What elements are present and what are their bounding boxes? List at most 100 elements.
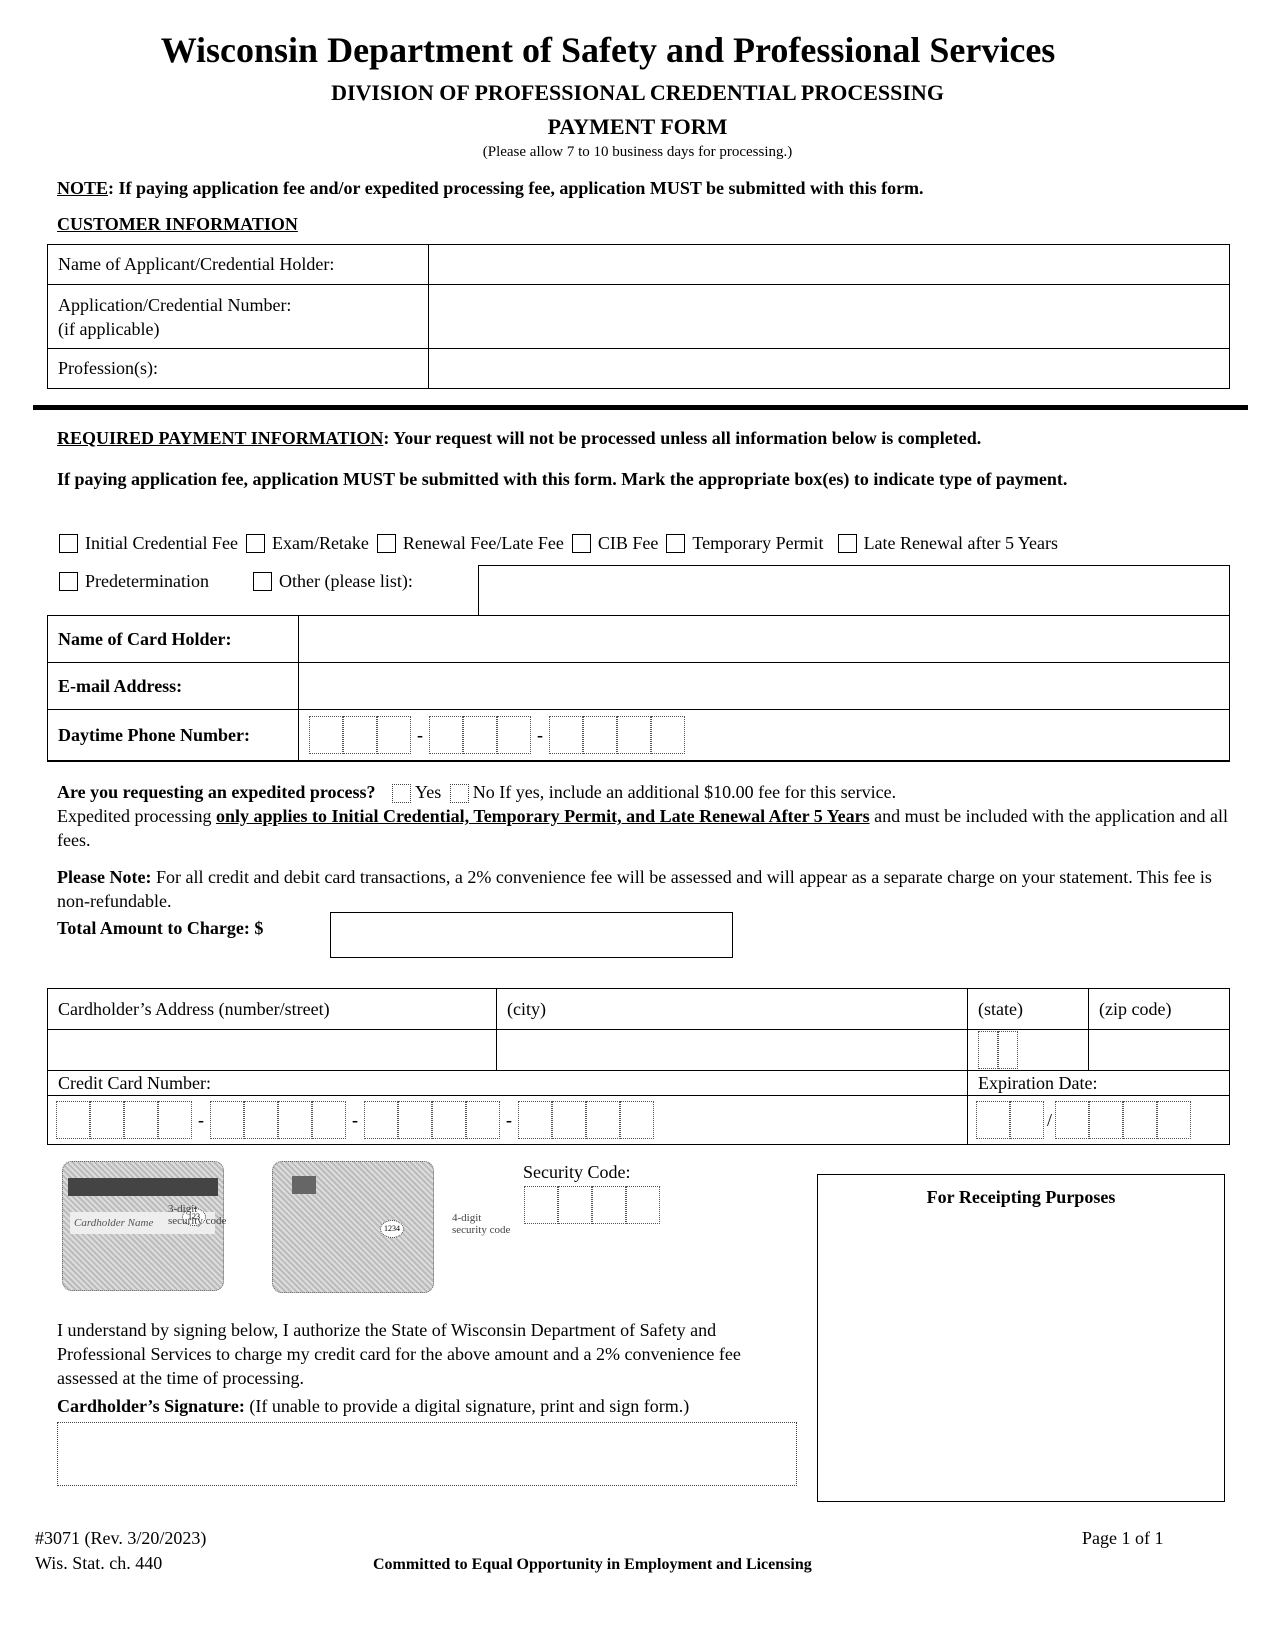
please-note-label: Please Note: <box>57 867 152 887</box>
phone-separator: - <box>417 724 423 745</box>
security-code-field[interactable] <box>524 1186 660 1224</box>
customer-info-heading: CUSTOMER INFORMATION <box>57 214 298 234</box>
card-number-field[interactable]: --- <box>46 1095 969 1145</box>
payment-type-row-2: Predetermination Other (please list): <box>59 571 421 592</box>
other-payment-field[interactable] <box>478 565 1230 615</box>
card-separator: - <box>352 1109 358 1130</box>
profession-field[interactable] <box>428 348 1230 389</box>
applicant-name-field[interactable] <box>428 244 1230 285</box>
payment-type-exam-retake[interactable]: Exam/Retake <box>245 533 369 554</box>
payment-type-cib-fee[interactable]: CIB Fee <box>571 533 659 554</box>
card-front-illustration: 1234 <box>272 1156 442 1296</box>
phone-area-code[interactable] <box>309 716 411 754</box>
checkbox-label: Exam/Retake <box>271 533 369 553</box>
expiration-field[interactable]: / <box>967 1095 1230 1145</box>
customer-info-table: Name of Applicant/Credential Holder: App… <box>47 244 1230 389</box>
city-label: (city) <box>495 988 969 1030</box>
phone-field[interactable]: -- <box>298 709 1230 762</box>
phone-line-number[interactable] <box>549 716 685 754</box>
checkbox[interactable] <box>666 534 686 553</box>
payment-type-row-1: Initial Credential Fee Exam/Retake Renew… <box>59 533 1066 554</box>
expedited-applies-prefix: Expedited processing <box>57 806 216 826</box>
credential-number-label-text: Application/Credential Number: <box>58 294 292 315</box>
page-title: Wisconsin Department of Safety and Profe… <box>160 30 1056 70</box>
expedited-no-checkbox[interactable] <box>449 784 469 804</box>
expedited-question: Are you requesting an expedited process? <box>57 782 376 802</box>
expedited-yes-label: Yes <box>415 782 442 802</box>
form-number: #3071 (Rev. 3/20/2023) <box>35 1528 207 1548</box>
expiration-label: Expiration Date: <box>967 1070 1230 1096</box>
security-code-boxes[interactable] <box>524 1186 660 1224</box>
security-code-label: Security Code: <box>523 1162 631 1182</box>
form-name: PAYMENT FORM <box>547 114 728 139</box>
note-label: NOTE <box>57 178 109 198</box>
please-note: Please Note: For all credit and debit ca… <box>57 865 1237 913</box>
signature-field[interactable] <box>57 1422 797 1486</box>
checkbox[interactable] <box>252 572 272 591</box>
payment-type-predetermination[interactable]: Predetermination <box>59 571 209 592</box>
card-number-group-3[interactable] <box>364 1101 500 1139</box>
expedited-question-line: Are you requesting an expedited process?… <box>57 780 1237 804</box>
applicant-name-label: Name of Applicant/Credential Holder: <box>47 244 429 285</box>
total-amount-field[interactable] <box>330 912 733 958</box>
card-number-group-4[interactable] <box>518 1101 654 1139</box>
statute-reference: Wis. Stat. ch. 440 <box>35 1553 163 1573</box>
required-payment-line: REQUIRED PAYMENT INFORMATION: Your reque… <box>57 428 981 449</box>
authorization-text: I understand by signing below, I authori… <box>57 1320 741 1388</box>
email-label: E-mail Address: <box>47 662 299 710</box>
street-field[interactable] <box>47 1029 497 1071</box>
checkbox-label: CIB Fee <box>597 533 659 553</box>
card-holder-name-field[interactable] <box>298 615 1230 663</box>
expedited-fee-text: If yes, include an additional $10.00 fee… <box>499 782 897 802</box>
expiration-year[interactable] <box>1055 1101 1192 1139</box>
checkbox-label: Late Renewal after 5 Years <box>863 533 1058 553</box>
state-field[interactable] <box>967 1029 1090 1071</box>
payment-type-renewal-fee[interactable]: Renewal Fee/Late Fee <box>376 533 564 554</box>
profession-label: Profession(s): <box>47 348 429 389</box>
payment-type-temporary-permit[interactable]: Temporary Permit <box>666 533 824 554</box>
checkbox[interactable] <box>59 572 78 591</box>
state-boxes[interactable] <box>978 1031 1019 1069</box>
magnetic-stripe <box>68 1178 218 1196</box>
card-front-caption: 4-digit security code <box>452 1212 511 1236</box>
expiration-month[interactable] <box>976 1101 1045 1139</box>
checkbox[interactable] <box>837 534 857 553</box>
section-divider <box>33 405 1248 410</box>
signature-hint: (If unable to provide a digital signatur… <box>244 1396 690 1416</box>
checkbox[interactable] <box>59 534 78 553</box>
credential-number-label: Application/Credential Number: (if appli… <box>47 284 429 349</box>
checkbox[interactable] <box>376 534 396 553</box>
expedited-section: Are you requesting an expedited process?… <box>57 780 1237 852</box>
zip-field[interactable] <box>1088 1029 1230 1071</box>
checkbox[interactable] <box>245 534 265 553</box>
division-name: DIVISION OF PROFESSIONAL CREDENTIAL PROC… <box>331 80 944 105</box>
payment-type-late-renewal[interactable]: Late Renewal after 5 Years <box>837 533 1058 554</box>
note-line: NOTE: If paying application fee and/or e… <box>57 178 924 199</box>
checkbox-label: Initial Credential Fee <box>85 533 238 553</box>
zip-label: (zip code) <box>1088 988 1230 1030</box>
card-front-code: 1234 <box>380 1220 404 1238</box>
payment-type-initial-credential[interactable]: Initial Credential Fee <box>59 533 238 554</box>
phone-prefix[interactable] <box>429 716 531 754</box>
checkbox[interactable] <box>571 534 591 553</box>
receipting-title: For Receipting Purposes <box>926 1187 1116 1207</box>
checkbox-label: Renewal Fee/Late Fee <box>402 533 564 553</box>
please-note-text: For all credit and debit card transactio… <box>57 867 1212 911</box>
phone-separator: - <box>537 724 543 745</box>
equal-opportunity-tagline: Committed to Equal Opportunity in Employ… <box>373 1556 812 1573</box>
expedited-applies-emphasis: only applies to Initial Credential, Temp… <box>215 806 870 826</box>
street-label: Cardholder’s Address (number/street) <box>47 988 497 1030</box>
signature-label: Cardholder’s Signature: <box>57 1396 245 1416</box>
credential-number-field[interactable] <box>428 284 1230 349</box>
card-number-group-2[interactable] <box>210 1101 346 1139</box>
required-payment-heading: REQUIRED PAYMENT INFORMATION <box>57 428 384 448</box>
payment-type-other[interactable]: Other (please list): <box>252 571 413 592</box>
expedited-yes-checkbox[interactable] <box>392 784 412 804</box>
receipting-box: For Receipting Purposes <box>817 1174 1225 1502</box>
city-field[interactable] <box>495 1029 969 1071</box>
card-number-group-1[interactable] <box>56 1101 192 1139</box>
email-field[interactable] <box>298 662 1230 710</box>
phone-label: Daytime Phone Number: <box>47 709 299 762</box>
expiration-separator: / <box>1047 1109 1053 1130</box>
total-amount-label: Total Amount to Charge: $ <box>57 918 264 938</box>
